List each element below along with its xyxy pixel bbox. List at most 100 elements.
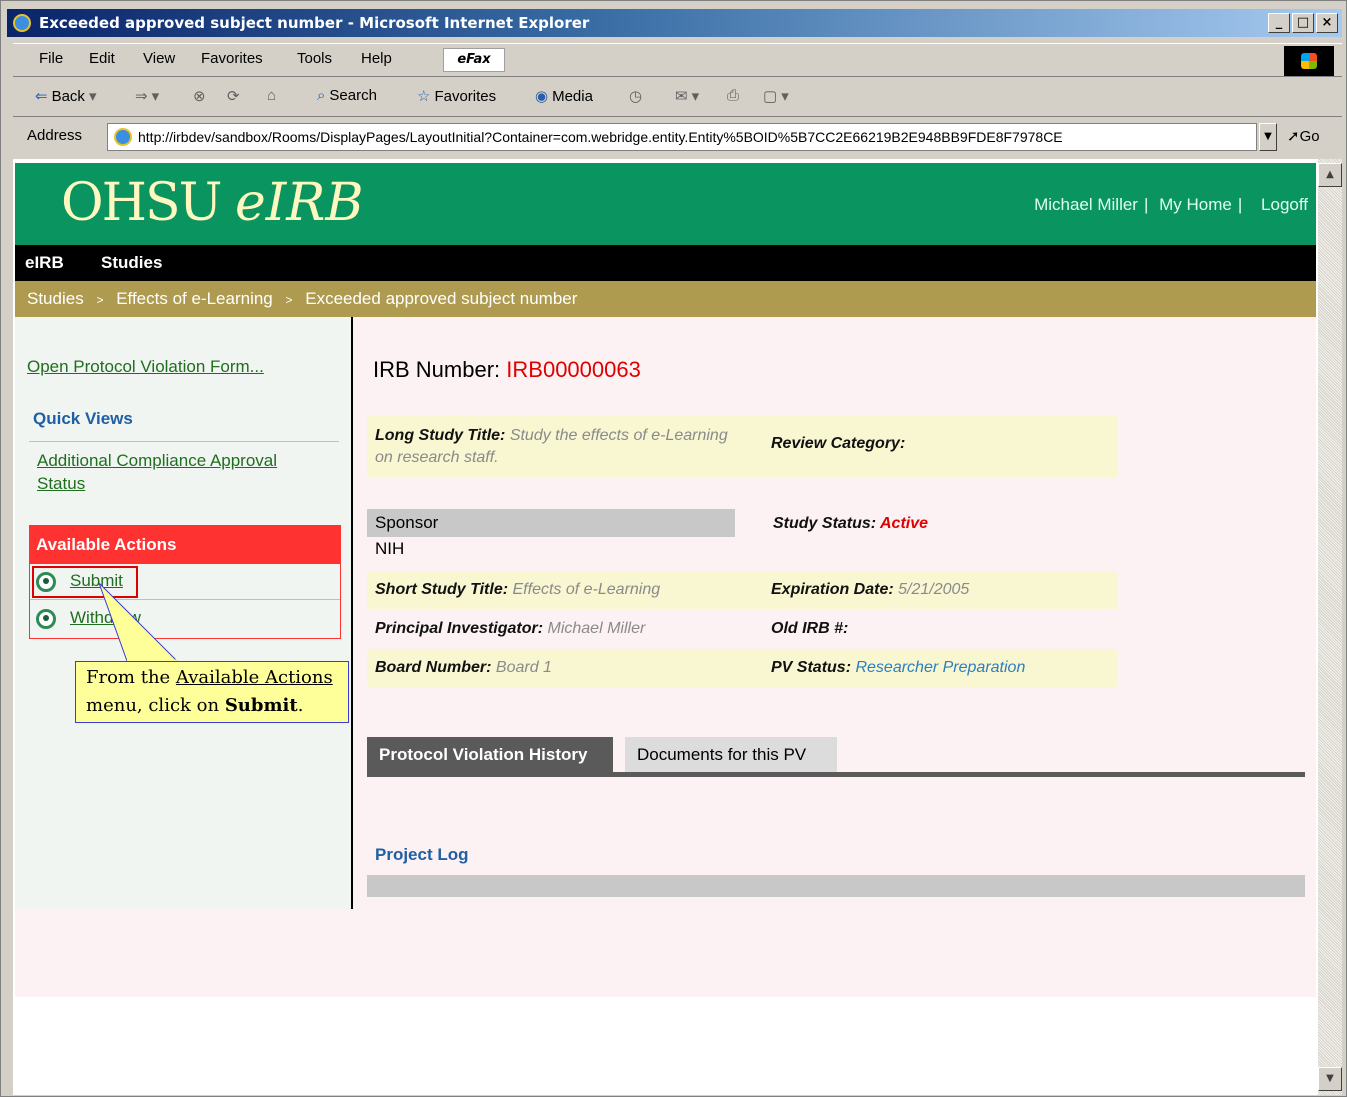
stop-button[interactable]: ⊗	[193, 87, 206, 105]
info-band: Board Number: Board 1 PV Status: Researc…	[367, 649, 1117, 687]
media-button[interactable]: ◉ Media	[535, 87, 593, 106]
refresh-icon: ⟳	[227, 88, 240, 105]
windows-logo-icon	[1284, 46, 1334, 76]
field-label: Old IRB #:	[771, 620, 849, 637]
short-study-title-field: Short Study Title: Effects of e-Learning	[375, 581, 660, 599]
mail-button[interactable]: ✉ ▾	[675, 87, 699, 105]
refresh-button[interactable]: ⟳	[227, 87, 240, 105]
nav-eirb[interactable]: eIRB	[25, 253, 64, 273]
close-button[interactable]: ×	[1316, 13, 1338, 33]
tutorial-callout: From the Available Actions menu, click o…	[75, 661, 349, 723]
print-button[interactable]: ⎙	[727, 87, 739, 104]
history-button[interactable]: ◷	[629, 87, 642, 105]
word-icon: ▢	[763, 88, 778, 105]
edit-word-button[interactable]: ▢ ▾	[763, 87, 789, 105]
project-log-bar	[367, 875, 1305, 897]
site-header: OHSU eIRB Michael Miller | My Home | Logof…	[15, 163, 1316, 245]
tab-protocol-violation-history[interactable]: Protocol Violation History	[367, 737, 613, 773]
field-label: Long Study Title:	[375, 427, 506, 444]
address-url: http://irbdev/sandbox/Rooms/DisplayPages…	[138, 129, 1063, 145]
menu-edit[interactable]: Edit	[89, 50, 115, 67]
irb-number-label: IRB Number:	[373, 357, 501, 382]
favorites-label: Favorites	[434, 87, 497, 105]
main-panel: IRB Number: IRB00000063 Long Study Title…	[355, 317, 1316, 909]
address-dropdown-icon[interactable]: ▼	[1259, 123, 1277, 151]
menu-file[interactable]: File	[39, 50, 63, 67]
breadcrumb-separator: >	[96, 293, 104, 307]
pv-status-link[interactable]: Researcher Preparation	[855, 659, 1025, 676]
mail-icon: ✉	[675, 88, 688, 105]
field-value: Michael Miller	[547, 620, 646, 637]
nav-studies[interactable]: Studies	[101, 253, 162, 273]
callout-text: .	[297, 695, 304, 716]
address-bar: Address http://irbdev/sandbox/Rooms/Disp…	[13, 119, 1342, 155]
old-irb-field: Old IRB #:	[771, 620, 848, 638]
menu-tools[interactable]: Tools	[297, 50, 332, 67]
maximize-button[interactable]: □	[1292, 13, 1314, 33]
open-protocol-violation-form-link[interactable]: Open Protocol Violation Form...	[27, 357, 264, 377]
breadcrumb-current: Exceeded approved subject number	[305, 289, 578, 308]
breadcrumb-separator: >	[285, 293, 293, 307]
callout-pointer	[98, 583, 179, 663]
divider	[29, 441, 339, 442]
field-label: Principal Investigator:	[375, 620, 544, 637]
back-button[interactable]: ⇐ Back ▾	[35, 87, 97, 106]
chevron-down-icon[interactable]: ▾	[89, 87, 97, 105]
action-arrow-icon	[36, 609, 56, 629]
home-button[interactable]: ⌂	[267, 87, 276, 104]
minimize-button[interactable]: _	[1268, 13, 1290, 33]
page-viewport: OHSU eIRB Michael Miller | My Home | Logof…	[13, 159, 1318, 1095]
vertical-scrollbar[interactable]: ▲ ▼	[1318, 159, 1342, 1095]
menu-help[interactable]: Help	[361, 50, 392, 67]
toolbar: ⇐ Back ▾ ⇒ ▾ ⊗ ⟳ ⌂ ⌕ Search ☆ Favorites …	[13, 79, 1342, 117]
callout-text: menu, click on	[86, 695, 225, 716]
address-input[interactable]: http://irbdev/sandbox/Rooms/DisplayPages…	[107, 123, 1257, 151]
window-title: Exceeded approved subject number - Micro…	[39, 14, 590, 32]
forward-button[interactable]: ⇒ ▾	[135, 87, 159, 105]
logo-italic-text: eIRB	[234, 173, 364, 233]
quick-views-panel: Quick Views Additional Compliance Approv…	[29, 409, 339, 501]
info-band: Short Study Title: Effects of e-Learning…	[367, 571, 1117, 609]
user-links: Michael Miller | My Home | Logoff	[1028, 195, 1308, 215]
logo-main-text: OHSU	[61, 173, 222, 233]
callout-text: From the	[86, 667, 176, 688]
my-home-link[interactable]: My Home	[1159, 195, 1232, 214]
page-content: Open Protocol Violation Form... Quick Vi…	[15, 317, 1316, 997]
go-label: Go	[1299, 128, 1320, 145]
chevron-down-icon[interactable]: ▾	[152, 87, 160, 105]
chevron-down-icon[interactable]: ▾	[692, 87, 700, 105]
field-value: Board 1	[495, 659, 552, 676]
favorites-button[interactable]: ☆ Favorites	[417, 87, 497, 106]
sponsor-header: Sponsor	[367, 509, 735, 537]
user-name-link[interactable]: Michael Miller	[1034, 195, 1138, 214]
field-label: Short Study Title:	[375, 581, 509, 598]
field-label: Review Category:	[771, 435, 906, 452]
logoff-link[interactable]: Logoff	[1261, 195, 1308, 214]
efax-button[interactable]: eFax	[443, 48, 505, 72]
page-title: IRB Number: IRB00000063	[373, 357, 641, 383]
menu-favorites[interactable]: Favorites	[201, 50, 263, 67]
menu-bar: File Edit View Favorites Tools Help eFax	[13, 43, 1342, 77]
top-nav: eIRB Studies	[15, 245, 1316, 281]
board-number-field: Board Number: Board 1	[375, 659, 552, 677]
favorites-star-icon: ☆	[417, 88, 431, 105]
expiration-date-field: Expiration Date: 5/21/2005	[771, 581, 969, 599]
available-actions-title: Available Actions	[30, 526, 340, 564]
ie-window: Exceeded approved subject number - Micro…	[0, 0, 1347, 1097]
tab-documents-for-this-pv[interactable]: Documents for this PV	[625, 737, 837, 773]
go-button[interactable]: ➚Go	[1287, 127, 1320, 145]
breadcrumb-study[interactable]: Effects of e-Learning	[116, 289, 273, 308]
search-label: Search	[329, 87, 377, 104]
additional-compliance-approval-status-link[interactable]: Additional Compliance Approval Status	[37, 449, 327, 495]
breadcrumb-studies[interactable]: Studies	[27, 289, 84, 308]
tab-underline	[367, 772, 1305, 777]
separator: |	[1237, 195, 1243, 214]
scroll-down-icon[interactable]: ▼	[1318, 1067, 1342, 1091]
ie-logo-icon	[13, 14, 31, 32]
menu-view[interactable]: View	[143, 50, 175, 67]
search-button[interactable]: ⌕ Search	[317, 87, 377, 104]
field-label: Study Status:	[773, 515, 877, 532]
scroll-up-icon[interactable]: ▲	[1318, 163, 1342, 187]
project-log-title: Project Log	[375, 845, 469, 864]
chevron-down-icon[interactable]: ▾	[781, 87, 789, 105]
